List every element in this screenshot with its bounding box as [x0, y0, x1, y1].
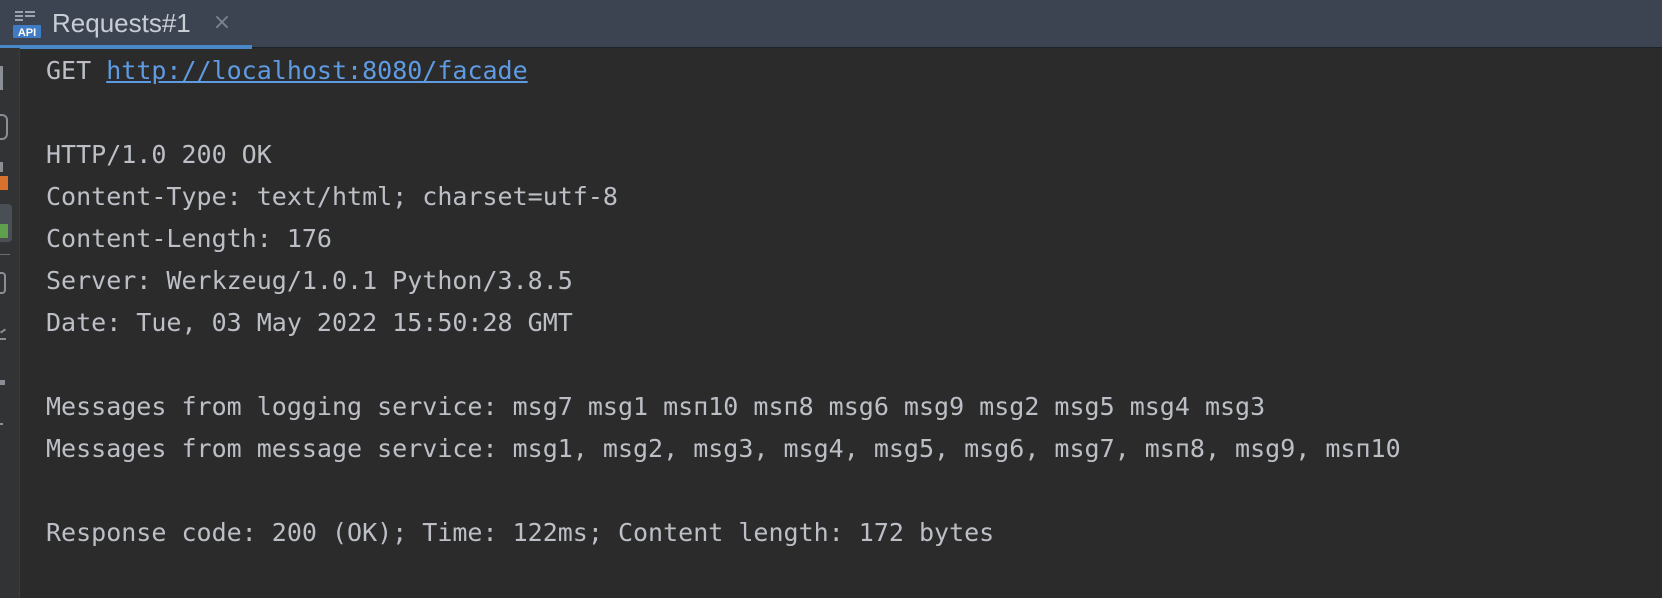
request-line: GET http://localhost:8080/facade — [46, 50, 1646, 92]
gutter-marker — [0, 272, 6, 294]
request-url-link[interactable]: http://localhost:8080/facade — [106, 56, 527, 85]
gutter-marker — [0, 380, 5, 385]
body-line-message: Messages from message service: msg1, msg… — [46, 434, 1401, 463]
gutter-orange-marker — [0, 176, 8, 190]
gutter-green-marker — [0, 224, 8, 238]
editor-tab-bar: API Requests#1 × — [0, 0, 1662, 49]
header-content-length: Content-Length: 176 — [46, 224, 332, 253]
gutter-marker — [0, 338, 6, 340]
gutter-brace-icon — [0, 114, 8, 140]
gutter-divider — [0, 254, 10, 255]
status-line: HTTP/1.0 200 OK — [46, 140, 272, 169]
gutter-marker — [0, 66, 3, 90]
header-date: Date: Tue, 03 May 2022 15:50:28 GMT — [46, 308, 573, 337]
body-line-logging: Messages from logging service: msg7 msg1… — [46, 392, 1266, 421]
close-icon[interactable]: × — [210, 10, 234, 36]
response-summary: Response code: 200 (OK); Time: 122ms; Co… — [46, 518, 995, 547]
api-file-icon: API — [12, 8, 44, 40]
api-icon-text: API — [18, 27, 36, 39]
header-content-type: Content-Type: text/html; charset=utf-8 — [46, 182, 618, 211]
active-tab-indicator — [0, 45, 252, 49]
left-gutter — [0, 48, 20, 598]
tab-label: Requests#1 — [52, 8, 191, 38]
gutter-marker — [0, 328, 7, 334]
gutter-marker — [0, 162, 3, 172]
request-method: GET — [46, 56, 92, 85]
tab-requests-1[interactable]: API Requests#1 × — [0, 0, 252, 49]
header-server: Server: Werkzeug/1.0.1 Python/3.8.5 — [46, 266, 573, 295]
gutter-marker — [0, 423, 3, 425]
http-client-window: API Requests#1 × GET http://localhost:80… — [0, 0, 1662, 598]
response-editor[interactable]: GET http://localhost:8080/facade HTTP/1.… — [46, 50, 1646, 554]
